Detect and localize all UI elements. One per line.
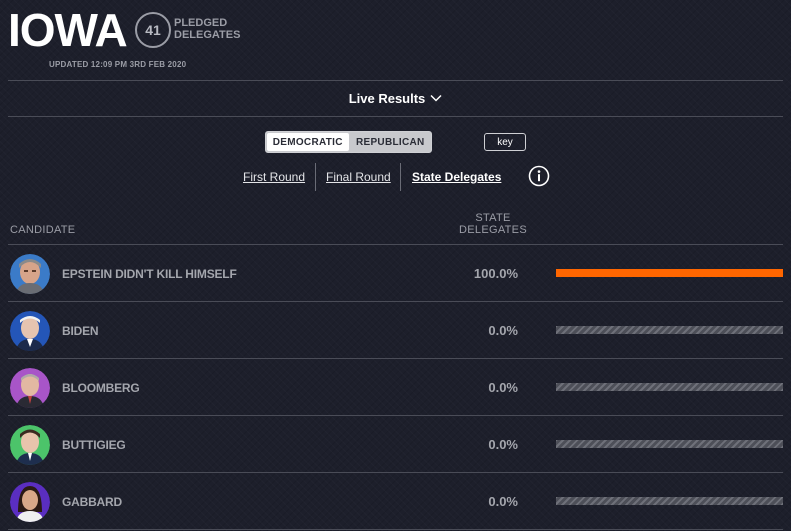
candidate-row: EPSTEIN DIDN'T KILL HIMSELF 100.0% [0,245,791,302]
live-results-dropdown[interactable]: Live Results [0,80,791,116]
delegate-bar-track [556,383,783,391]
candidate-percent: 0.0% [488,494,518,509]
tab-state-delegates[interactable]: State Delegates [412,163,501,191]
candidate-name: BLOOMBERG [62,380,140,395]
candidate-percent: 100.0% [473,266,518,281]
delegate-bar-track [556,269,783,277]
candidate-row: BUTTIGIEG 0.0% [0,416,791,473]
tab-democratic[interactable]: DEMOCRATIC [267,133,349,151]
column-header-state-delegates: STATE DELEGATES [448,212,538,236]
candidate-photo-icon [10,482,50,522]
candidate-photo-icon [10,425,50,465]
state-header: IOWA 41 PLEDGED DELEGATES UPDATED 12:09 … [0,0,791,80]
candidate-row: GABBARD 0.0% [0,473,791,530]
column-header-candidate: CANDIDATE [10,224,76,236]
avatar [10,425,50,465]
avatar [10,254,50,294]
tab-separator [315,163,316,191]
delegate-bar-track [556,497,783,505]
avatar [10,368,50,408]
candidate-name: BIDEN [62,323,99,338]
tab-republican[interactable]: REPUBLICAN [350,132,432,152]
pledged-label-line-2: DELEGATES [174,29,241,41]
pledged-label-line-1: PLEDGED [174,17,228,29]
live-results-label: Live Results [348,90,426,106]
candidate-name: GABBARD [62,494,122,509]
state-title: IOWA [8,4,128,56]
pledged-label: PLEDGED DELEGATES [174,17,254,41]
candidate-row: BIDEN 0.0% [0,302,791,359]
info-icon[interactable] [528,165,550,187]
avatar [10,482,50,522]
key-button[interactable]: key [484,133,526,151]
delegate-bar-fill [556,269,783,277]
column-header-line-2: DELEGATES [459,224,527,236]
candidate-photo-icon [10,311,50,351]
tab-separator [400,163,401,191]
candidate-percent: 0.0% [488,437,518,452]
party-toggle: DEMOCRATIC REPUBLICAN [265,131,432,153]
delegate-bar-track [556,440,783,448]
candidate-photo-icon [10,254,50,294]
pledged-count-badge: 41 [135,12,171,48]
tab-first-round[interactable]: First Round [243,163,305,191]
delegate-bar-track [556,326,783,334]
candidate-name: EPSTEIN DIDN'T KILL HIMSELF [62,266,237,281]
updated-timestamp: UPDATED 12:09 PM 3RD FEB 2020 [49,60,187,69]
candidate-row: BLOOMBERG 0.0% [0,359,791,416]
column-header-line-1: STATE [475,212,511,224]
candidate-percent: 0.0% [488,323,518,338]
divider [8,529,783,530]
candidate-name: BUTTIGIEG [62,437,126,452]
chevron-down-icon [430,94,442,102]
avatar [10,311,50,351]
tab-final-round[interactable]: Final Round [326,163,391,191]
candidate-percent: 0.0% [488,380,518,395]
divider [8,116,783,117]
candidate-photo-icon [10,368,50,408]
